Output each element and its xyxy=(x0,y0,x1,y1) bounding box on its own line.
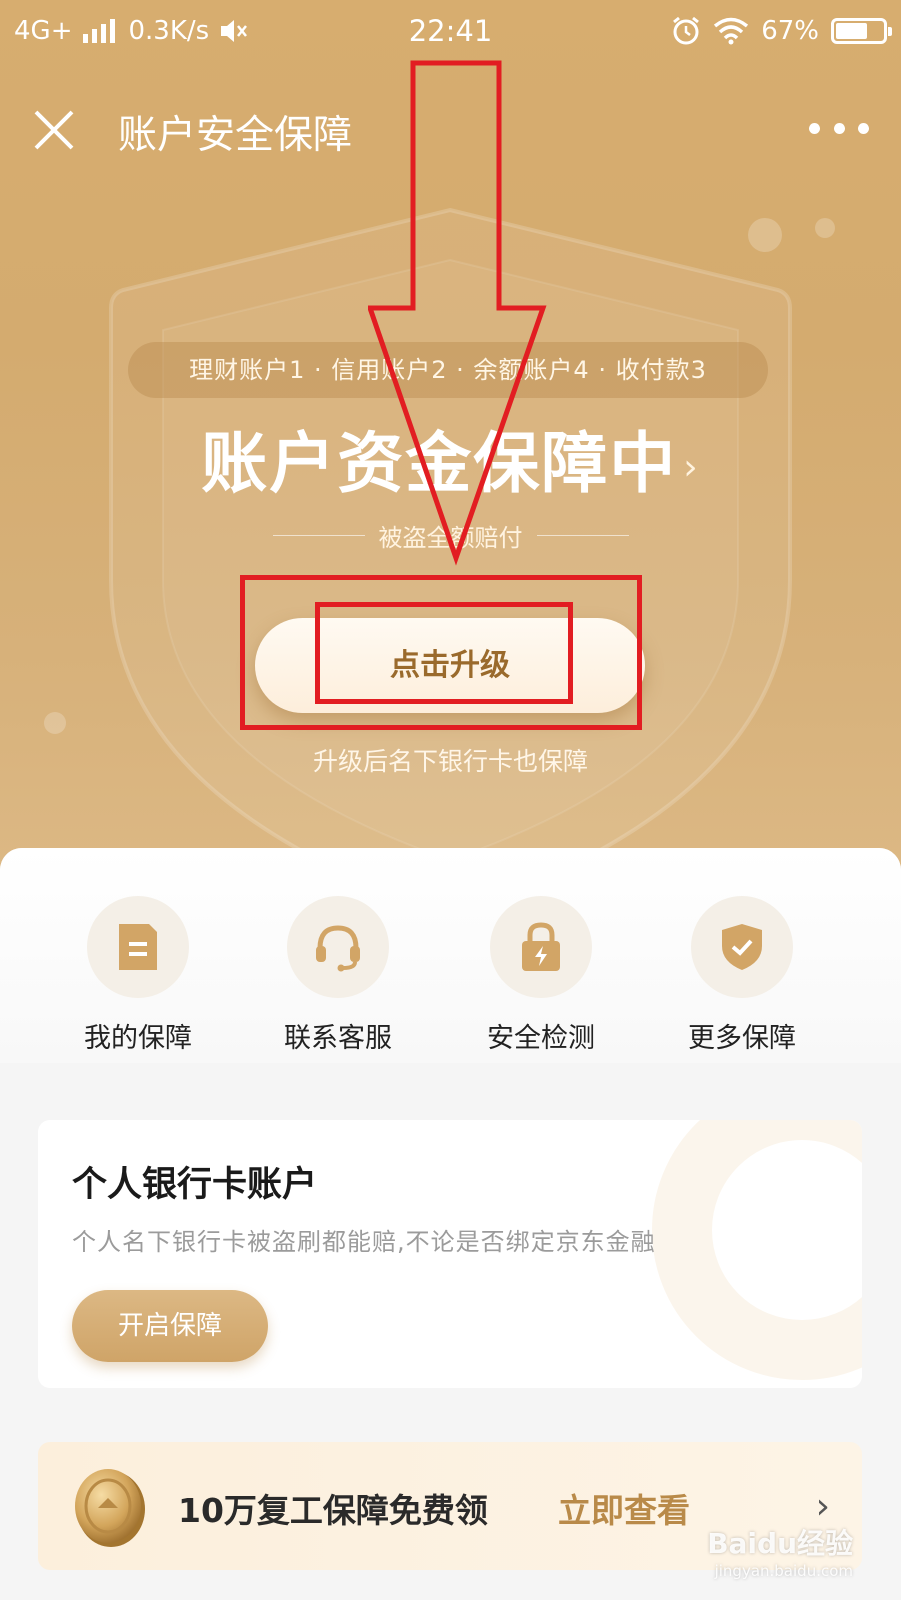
chevron-right-icon: › xyxy=(815,1486,830,1527)
watermark: Baidu经验 jingyan.baidu.com xyxy=(707,1522,853,1580)
quick-action-label: 我的保障 xyxy=(84,1023,192,1054)
quick-action-icon-circle xyxy=(691,896,793,998)
page-title: 账户安全保障 xyxy=(118,113,353,158)
content-panel: 我的保障 联系客服 安全检测 更多保障 个人银行卡账户 个人名下银行卡被盗刷都能… xyxy=(0,848,901,1600)
divider-line xyxy=(272,535,365,536)
alarm-icon xyxy=(673,16,700,45)
shield-check-icon xyxy=(722,924,762,970)
chevron-right-icon: › xyxy=(683,447,700,489)
card-title: 个人银行卡账户 xyxy=(72,1165,318,1205)
wifi-icon xyxy=(714,17,749,45)
quick-action-icon-circle xyxy=(490,896,592,998)
quick-action-icon-circle xyxy=(287,896,389,998)
quick-action-label: 更多保障 xyxy=(688,1023,796,1054)
quick-actions: 我的保障 联系客服 安全检测 更多保障 xyxy=(0,848,901,1063)
decor-bubble xyxy=(748,218,782,252)
quick-action-icon-circle xyxy=(87,896,189,998)
annotation-inner-box xyxy=(315,602,573,704)
quick-action-my-protection[interactable]: 我的保障 xyxy=(58,896,218,1055)
decor-bubble xyxy=(44,712,66,734)
promo-text: 10万复工保障免费领 xyxy=(178,1491,488,1530)
gold-coin-icon xyxy=(75,1469,145,1547)
more-menu-icon[interactable] xyxy=(809,116,869,140)
watermark-url: jingyan.baidu.com xyxy=(714,1562,853,1580)
battery-icon xyxy=(831,18,892,44)
quick-action-security-check[interactable]: 安全检测 xyxy=(461,896,621,1055)
watermark-brand: Baidu经验 xyxy=(707,1527,853,1560)
document-icon xyxy=(119,924,157,970)
bank-card-protection-card: 个人银行卡账户 个人名下银行卡被盗刷都能赔,不论是否绑定京东金融 开启保障 xyxy=(38,1120,862,1388)
lock-bolt-icon xyxy=(522,922,560,971)
promo-view-link[interactable]: 立即查看 xyxy=(558,1484,690,1532)
annotation-arrow xyxy=(368,60,547,566)
close-icon[interactable] xyxy=(30,106,78,154)
enable-protection-button[interactable]: 开启保障 xyxy=(72,1290,268,1362)
quick-action-more-protection[interactable]: 更多保障 xyxy=(662,896,822,1055)
card-description: 个人名下银行卡被盗刷都能赔,不论是否绑定京东金融 xyxy=(72,1228,656,1256)
card-decoration xyxy=(652,1120,862,1380)
quick-action-customer-service[interactable]: 联系客服 xyxy=(258,896,418,1055)
quick-action-label: 联系客服 xyxy=(284,1023,392,1054)
quick-action-label: 安全检测 xyxy=(487,1023,595,1054)
headset-icon xyxy=(316,925,360,972)
decor-bubble xyxy=(815,218,835,238)
upgrade-note: 升级后名下银行卡也保障 xyxy=(312,747,588,776)
status-bar: 4G+ 0.3K/s 22:41 67% xyxy=(0,0,901,64)
battery-percent: 67% xyxy=(761,16,819,46)
